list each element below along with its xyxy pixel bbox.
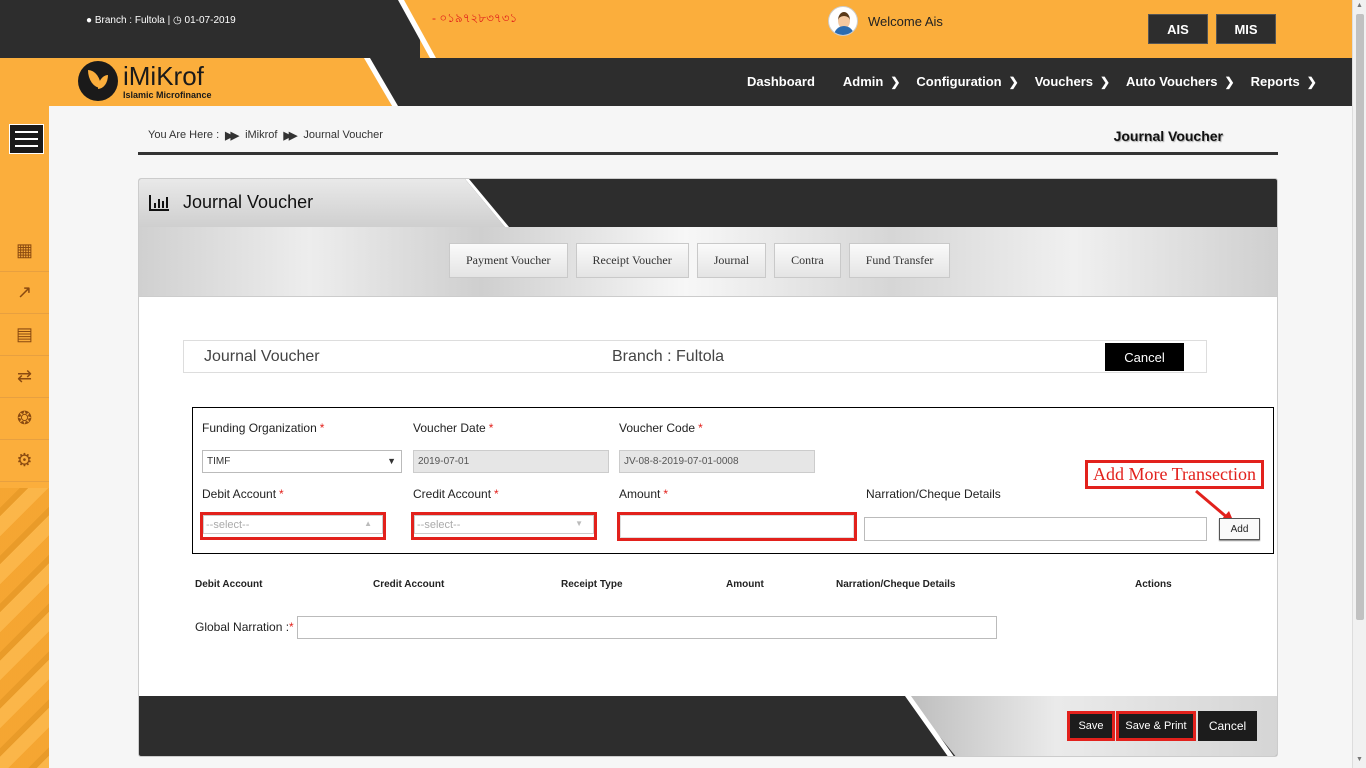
info-branch: Branch : Fultola (612, 348, 725, 365)
tab-payment-voucher[interactable]: Payment Voucher (449, 243, 568, 278)
add-more-annotation: Add More Transection (1085, 460, 1264, 489)
building-icon[interactable]: ▦ (0, 230, 49, 272)
col-debit-account: Debit Account (195, 579, 263, 590)
breadcrumb-prefix: You Are Here : (148, 129, 220, 141)
global-narration-label: Global Narration :* (195, 620, 294, 634)
scroll-down-icon[interactable]: ▼ (1356, 756, 1363, 763)
breadcrumb-item-current: Journal Voucher (303, 129, 383, 141)
voucher-code-field: JV-08-8-2019-07-01-0008 (619, 450, 815, 473)
col-narration: Narration/Cheque Details (836, 579, 956, 590)
page-title: Journal Voucher (1113, 128, 1223, 144)
info-title: Journal Voucher (204, 348, 320, 365)
nav-item-vouchers[interactable]: Vouchers ❯ (1035, 74, 1110, 89)
cancel-button-top[interactable]: Cancel (1105, 343, 1184, 371)
chevron-right-icon: ❯ (1306, 74, 1317, 89)
user-welcome[interactable]: Welcome Ais (828, 6, 943, 36)
col-actions: Actions (1135, 579, 1172, 590)
breadcrumb-item-home[interactable]: iMikrof (245, 129, 277, 142)
col-credit-account: Credit Account (373, 579, 445, 590)
phone-number: - ০১৯৭২৮৩৭৩১ (432, 11, 518, 25)
globe-icon: ● (86, 15, 93, 26)
voucher-tabs: Payment Voucher Receipt Voucher Journal … (449, 243, 951, 278)
branch-info: ● Branch : Fultola | ◷ 01-07-2019 (86, 15, 236, 26)
leaf-logo-icon (78, 61, 118, 101)
handshake-icon[interactable]: ⇄ (0, 356, 49, 398)
double-chevron-icon: ▶▶ (225, 130, 239, 142)
brand-logo[interactable]: iMiKrof Islamic Microfinance (78, 61, 212, 101)
card-title: Journal Voucher (149, 192, 313, 213)
voucher-info-bar: Journal Voucher Branch : Fultola Cancel (183, 340, 1207, 373)
save-button[interactable]: Save (1067, 711, 1115, 741)
cancel-button[interactable]: Cancel (1198, 711, 1257, 741)
narration-label: Narration/Cheque Details (866, 487, 1001, 501)
scrollbar-thumb[interactable] (1356, 14, 1364, 620)
brand-name: iMiKrof (123, 60, 204, 91)
debit-account-label: Debit Account * (202, 487, 284, 501)
ais-button[interactable]: AIS (1148, 14, 1208, 44)
voucher-card: Journal Voucher Payment Voucher Receipt … (138, 178, 1278, 757)
page-scrollbar[interactable]: ▲ ▼ (1352, 0, 1366, 768)
amount-input[interactable] (620, 515, 854, 538)
nav-item-configuration[interactable]: Configuration ❯ (916, 74, 1018, 89)
funding-org-label: Funding Organization * (202, 421, 325, 435)
card-title-text: Journal Voucher (183, 192, 314, 212)
mis-button[interactable]: MIS (1216, 14, 1276, 44)
user-avatar-icon[interactable] (828, 6, 858, 36)
nav-item-admin[interactable]: Admin ❯ (843, 74, 901, 89)
nav-item-dashboard[interactable]: Dashboard (747, 74, 815, 89)
voucher-date-field[interactable]: 2019-07-01 (413, 450, 609, 473)
tab-contra[interactable]: Contra (774, 243, 841, 278)
chevron-right-icon: ❯ (1224, 74, 1235, 89)
scroll-up-icon[interactable]: ▲ (1356, 2, 1363, 9)
breadcrumb: You Are Here : ▶▶ iMikrof ▶▶ Journal Vou… (148, 129, 383, 142)
funding-org-select[interactable]: TIMF ▼ (202, 450, 402, 473)
narration-input[interactable] (864, 517, 1207, 541)
col-amount: Amount (726, 579, 764, 590)
add-transaction-button[interactable]: Add (1219, 518, 1260, 540)
chevron-right-icon: ❯ (890, 74, 901, 89)
nav-item-reports[interactable]: Reports ❯ (1251, 74, 1317, 89)
amount-label: Amount * (619, 487, 669, 501)
breadcrumb-divider (138, 152, 1278, 155)
double-chevron-icon: ▶▶ (283, 130, 297, 142)
nav-menu: Dashboard Admin ❯ Configuration ❯ Vouchers… (747, 74, 1333, 89)
credit-account-label: Credit Account * (413, 487, 499, 501)
tab-receipt-voucher[interactable]: Receipt Voucher (575, 243, 689, 278)
caret-down-icon: ▼ (387, 456, 396, 466)
date-text: 01-07-2019 (184, 15, 236, 26)
hamburger-menu-icon[interactable] (9, 124, 44, 154)
caret-up-icon: ▲ (364, 519, 372, 528)
settings-gears-icon[interactable]: ❂ (0, 398, 49, 440)
credit-account-select[interactable]: --select-- ▼ (414, 515, 594, 534)
chevron-right-icon: ❯ (1008, 74, 1019, 89)
sidebar-decoration (0, 488, 49, 768)
voucher-code-label: Voucher Code * (619, 421, 703, 435)
debit-account-select[interactable]: --select-- ▲ (203, 515, 383, 534)
voucher-date-label: Voucher Date * (413, 421, 494, 435)
growth-chart-icon[interactable]: ↗ (0, 272, 49, 314)
chevron-right-icon: ❯ (1099, 74, 1111, 89)
col-receipt-type: Receipt Type (561, 579, 623, 590)
global-narration-input[interactable] (297, 616, 997, 639)
printer-icon[interactable]: ▤ (0, 314, 49, 356)
bar-chart-icon (149, 194, 169, 211)
tab-journal[interactable]: Journal (696, 243, 767, 278)
process-gear-icon[interactable]: ⚙ (0, 440, 49, 482)
caret-down-icon: ▼ (575, 519, 583, 528)
welcome-text: Welcome Ais (868, 13, 943, 29)
brand-tagline: Islamic Microfinance (123, 89, 212, 100)
tab-fund-transfer[interactable]: Fund Transfer (848, 243, 951, 278)
clock-icon: ◷ (173, 15, 182, 26)
nav-item-auto-vouchers[interactable]: Auto Vouchers ❯ (1126, 74, 1235, 89)
branch-text: Branch : Fultola | (94, 15, 171, 26)
top-bar-dark-panel (0, 0, 420, 58)
save-print-button[interactable]: Save & Print (1116, 711, 1196, 741)
